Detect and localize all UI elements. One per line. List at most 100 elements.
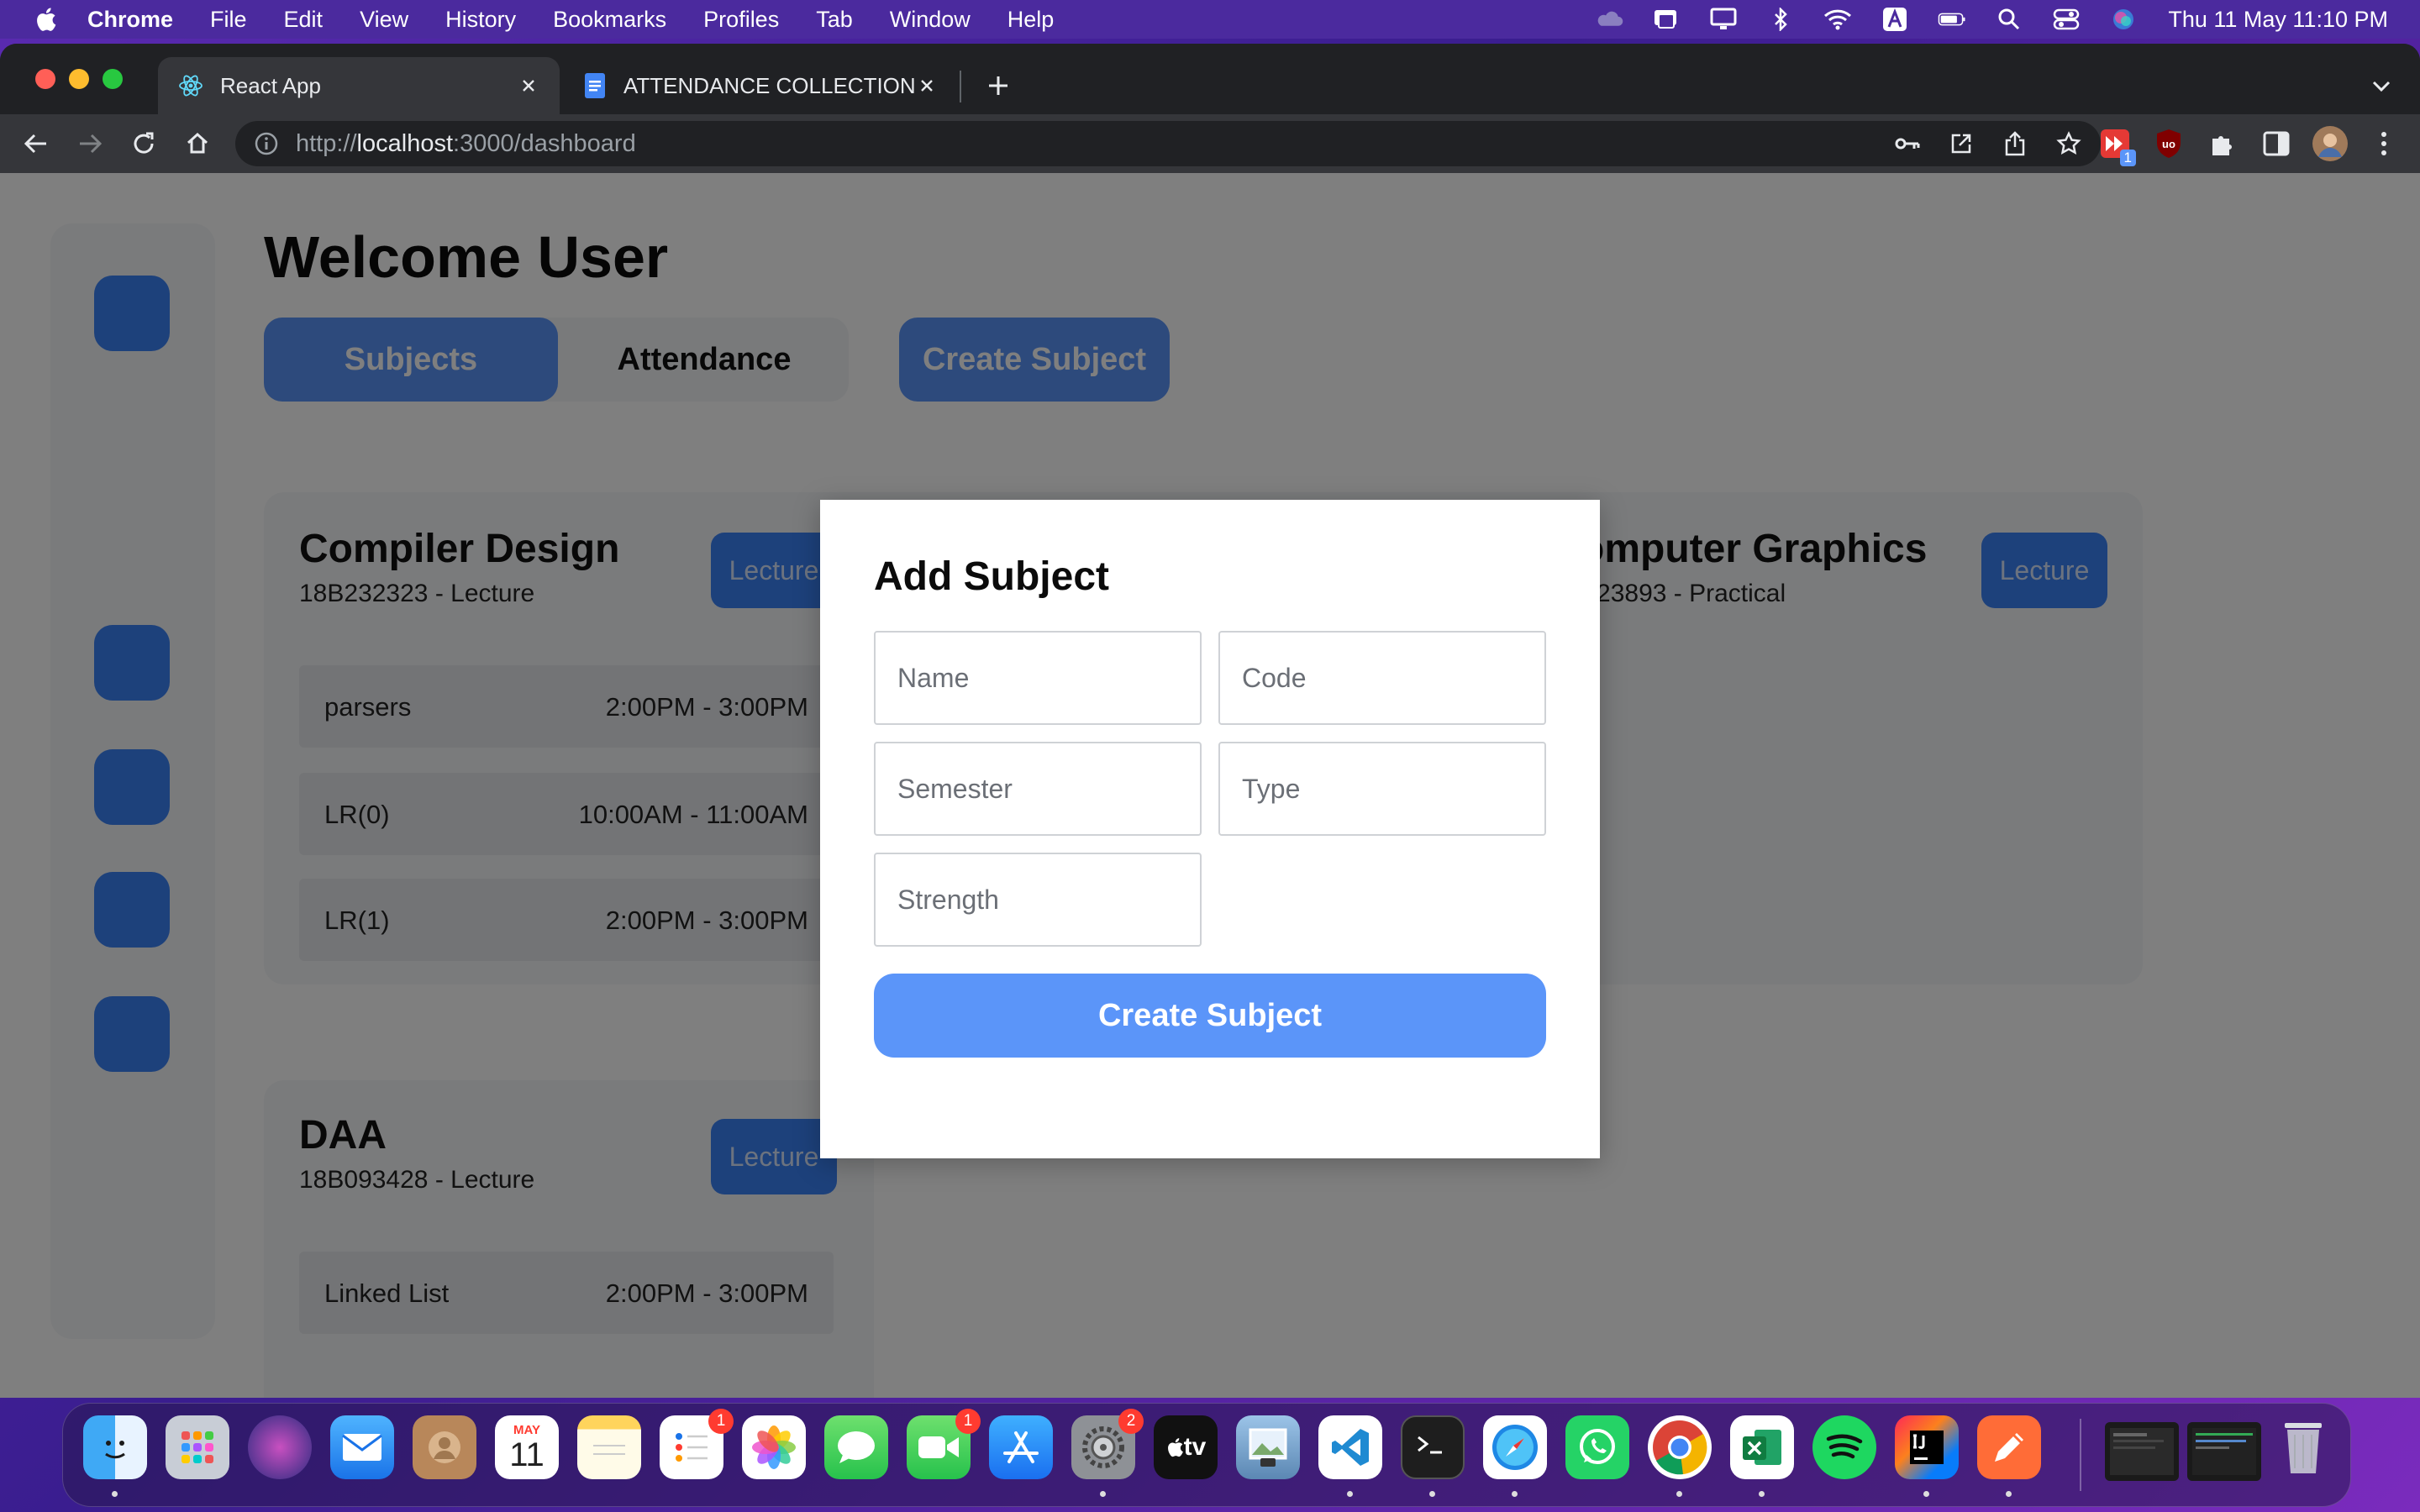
- menu-window[interactable]: Window: [890, 7, 971, 33]
- chrome-menu-icon[interactable]: [2365, 124, 2403, 163]
- launchpad-icon[interactable]: [166, 1415, 229, 1479]
- close-window-button[interactable]: [35, 69, 55, 89]
- cloud-icon[interactable]: [1595, 8, 1623, 30]
- puzzle-extensions-icon[interactable]: [2203, 124, 2242, 163]
- modal-title: Add Subject: [874, 554, 1110, 599]
- menu-file[interactable]: File: [210, 7, 247, 33]
- reminders-badge: 1: [708, 1409, 734, 1434]
- google-chrome-icon[interactable]: [1648, 1415, 1712, 1479]
- extensions-area: 1 uo: [2081, 124, 2403, 166]
- preview-icon[interactable]: [1236, 1415, 1300, 1479]
- tab-search-chevron-icon[interactable]: [2365, 69, 2398, 102]
- strength-field[interactable]: [874, 853, 1202, 947]
- excel-icon[interactable]: [1730, 1415, 1794, 1479]
- input-source-icon[interactable]: [1881, 8, 1909, 31]
- postman-icon[interactable]: [1977, 1415, 2041, 1479]
- battery-icon[interactable]: [1938, 8, 1966, 30]
- spotlight-icon[interactable]: [1995, 8, 2023, 30]
- forward-arrow-icon[interactable]: [72, 126, 108, 161]
- running-indicator: [1512, 1491, 1518, 1497]
- running-indicator: [1759, 1491, 1765, 1497]
- finder-icon[interactable]: [83, 1415, 147, 1479]
- app-store-icon[interactable]: [989, 1415, 1053, 1479]
- trash-icon[interactable]: [2271, 1415, 2335, 1479]
- dock-separator: [2080, 1419, 2081, 1491]
- chrome-window: React App ATTENDANCE COLLECTION VI http:…: [0, 44, 2420, 1398]
- submit-create-subject-button[interactable]: Create Subject: [874, 974, 1546, 1058]
- screen-mirror-icon[interactable]: [1652, 8, 1681, 30]
- messages-icon[interactable]: [824, 1415, 888, 1479]
- siri-icon[interactable]: [2109, 8, 2138, 30]
- menu-view[interactable]: View: [360, 7, 408, 33]
- photos-icon[interactable]: [742, 1415, 806, 1479]
- running-indicator: [1347, 1491, 1353, 1497]
- extension-badge: 1: [2119, 150, 2136, 166]
- menu-help[interactable]: Help: [1007, 7, 1055, 33]
- apple-tv-text: tv: [1183, 1433, 1207, 1461]
- control-center-icon[interactable]: [2052, 8, 2081, 30]
- menu-edit[interactable]: Edit: [284, 7, 324, 33]
- maximize-window-button[interactable]: [103, 69, 123, 89]
- menu-tab[interactable]: Tab: [816, 7, 853, 33]
- tab-title: React App: [220, 72, 321, 98]
- url-host: localhost: [356, 129, 454, 157]
- type-field[interactable]: [1218, 742, 1546, 836]
- intellij-idea-icon[interactable]: [1895, 1415, 1959, 1479]
- menu-bookmarks[interactable]: Bookmarks: [553, 7, 666, 33]
- siri-app-icon[interactable]: [248, 1415, 312, 1479]
- profile-avatar[interactable]: [2311, 124, 2349, 163]
- browser-toolbar: http://localhost:3000/dashboard 1 uo: [0, 114, 2420, 173]
- address-bar[interactable]: http://localhost:3000/dashboard: [235, 121, 2101, 166]
- tab-react-app[interactable]: React App: [158, 57, 560, 114]
- site-info-icon[interactable]: [254, 131, 279, 156]
- tab-separator: [960, 71, 961, 102]
- tab-title: ATTENDANCE COLLECTION VI: [623, 72, 916, 98]
- notes-icon[interactable]: [577, 1415, 641, 1479]
- mail-icon[interactable]: [330, 1415, 394, 1479]
- window-controls: [35, 69, 136, 89]
- vscode-icon[interactable]: [1318, 1415, 1382, 1479]
- side-panel-icon[interactable]: [2257, 124, 2296, 163]
- apple-icon[interactable]: [34, 6, 57, 33]
- semester-field[interactable]: [874, 742, 1202, 836]
- close-tab-icon[interactable]: [916, 75, 938, 97]
- menu-profiles[interactable]: Profiles: [703, 7, 779, 33]
- terminal-icon[interactable]: [1401, 1415, 1465, 1479]
- running-indicator: [2006, 1491, 2012, 1497]
- running-indicator: [1676, 1491, 1682, 1497]
- safari-icon[interactable]: [1483, 1415, 1547, 1479]
- ublock-shield-icon[interactable]: uo: [2149, 124, 2188, 163]
- back-arrow-icon[interactable]: [18, 126, 54, 161]
- display-icon[interactable]: [1709, 8, 1738, 30]
- fast-forward-extension-icon[interactable]: 1: [2096, 124, 2136, 166]
- contacts-icon[interactable]: [413, 1415, 476, 1479]
- name-field[interactable]: [874, 631, 1202, 725]
- menu-app-name[interactable]: Chrome: [87, 7, 173, 33]
- svg-text:uo: uo: [2162, 138, 2175, 150]
- spotify-icon[interactable]: [1812, 1415, 1876, 1479]
- password-key-icon[interactable]: [1891, 127, 1924, 160]
- minimized-window-thumbnail[interactable]: [2187, 1422, 2261, 1481]
- minimize-window-button[interactable]: [69, 69, 89, 89]
- running-indicator: [1429, 1491, 1435, 1497]
- close-tab-icon[interactable]: [518, 75, 539, 97]
- home-icon[interactable]: [180, 126, 215, 161]
- calendar-icon[interactable]: MAY 11: [495, 1415, 559, 1479]
- macos-dock: MAY 11 1 1 2 tv: [62, 1403, 2351, 1507]
- code-field[interactable]: [1218, 631, 1546, 725]
- whatsapp-icon[interactable]: [1565, 1415, 1629, 1479]
- bluetooth-icon[interactable]: [1766, 8, 1795, 31]
- macos-menubar: Chrome File Edit View History Bookmarks …: [0, 0, 2420, 39]
- share-icon[interactable]: [1998, 127, 2032, 160]
- tab-attendance-doc[interactable]: ATTENDANCE COLLECTION VI: [563, 57, 958, 114]
- reload-icon[interactable]: [126, 126, 161, 161]
- apple-icon: [1167, 1438, 1183, 1457]
- system-preferences-badge: 2: [1118, 1409, 1144, 1434]
- apple-tv-icon[interactable]: tv: [1154, 1415, 1218, 1479]
- open-in-new-icon[interactable]: [1944, 127, 1978, 160]
- new-tab-icon[interactable]: [980, 67, 1017, 104]
- menu-history[interactable]: History: [445, 7, 516, 33]
- wifi-icon[interactable]: [1823, 8, 1852, 30]
- menubar-clock[interactable]: Thu 11 May 11:10 PM: [2168, 7, 2388, 33]
- minimized-window-thumbnail[interactable]: [2105, 1422, 2179, 1481]
